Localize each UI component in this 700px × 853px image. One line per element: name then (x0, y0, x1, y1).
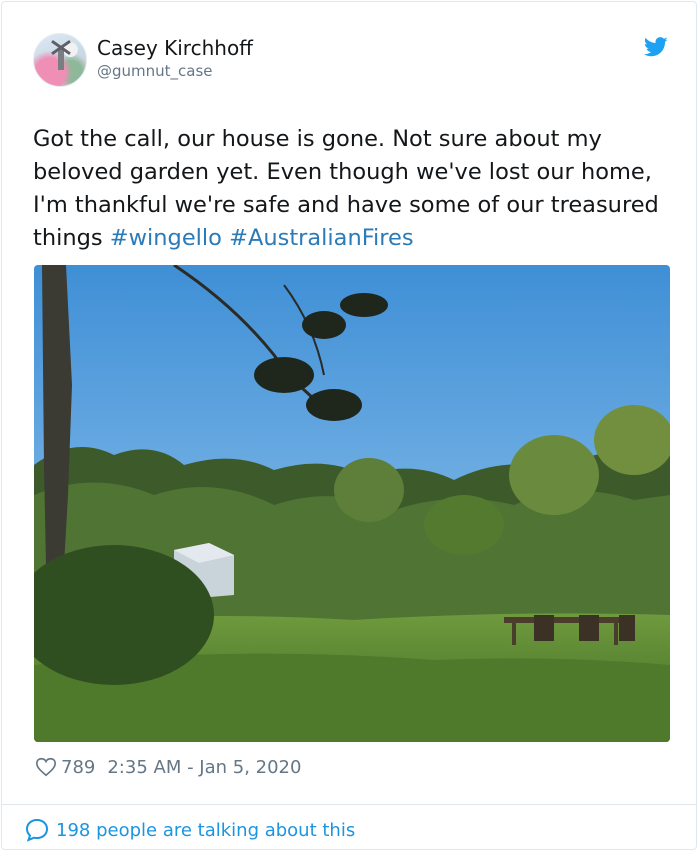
like-count[interactable]: 789 (61, 757, 95, 778)
conversation-link[interactable]: 198 people are talking about this (56, 820, 355, 841)
tweet-text: Got the call, our house is gone. Not sur… (33, 123, 673, 255)
garden-photo-illustration (34, 265, 670, 742)
twitter-bird-icon[interactable] (644, 37, 668, 57)
tweet-timestamp[interactable]: 2:35 AM - Jan 5, 2020 (107, 757, 301, 778)
tweet-photo[interactable] (34, 265, 670, 742)
hashtag-wingello[interactable]: #wingello (110, 225, 222, 251)
author-name[interactable]: Casey Kirchhoff (97, 36, 253, 60)
tweet-card: Casey Kirchhoff @gumnut_case Got the cal… (1, 1, 697, 850)
conversation-footer[interactable]: 198 people are talking about this (24, 816, 355, 844)
tweet-header: Casey Kirchhoff @gumnut_case (33, 33, 673, 89)
speech-bubble-icon (25, 818, 49, 842)
tweet-meta: 789 2:35 AM - Jan 5, 2020 (35, 754, 301, 780)
author-handle[interactable]: @gumnut_case (97, 62, 213, 80)
heart-outline-icon[interactable] (35, 756, 57, 778)
divider (2, 804, 696, 805)
avatar[interactable] (33, 33, 87, 87)
hashtag-australianfires[interactable]: #AustralianFires (229, 225, 414, 251)
